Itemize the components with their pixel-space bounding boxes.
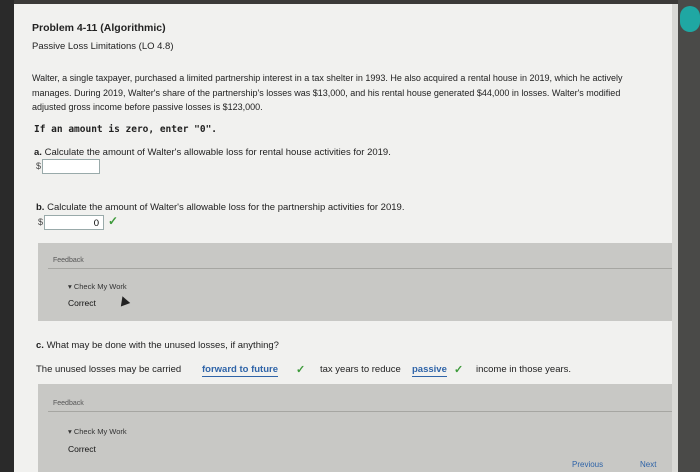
question-b: b. Calculate the amount of Walter's allo… bbox=[36, 202, 404, 213]
carry-direction-select[interactable]: forward to future bbox=[202, 364, 278, 377]
feedback-header: Feedback bbox=[53, 257, 84, 264]
check-my-work-toggle[interactable]: ▾ Check My Work bbox=[68, 427, 127, 436]
question-b-letter: b. bbox=[36, 202, 45, 213]
question-a-text: Calculate the amount of Walter's allowab… bbox=[44, 147, 391, 158]
question-c-text: What may be done with the unused losses,… bbox=[46, 340, 279, 351]
question-c: c. What may be done with the unused loss… bbox=[36, 340, 279, 351]
question-b-text: Calculate the amount of Walter's allowab… bbox=[47, 202, 405, 213]
question-a: a. Calculate the amount of Walter's allo… bbox=[34, 147, 391, 158]
left-bezel bbox=[0, 0, 14, 472]
problem-text: Walter, a single taxpayer, purchased a l… bbox=[32, 73, 623, 112]
dollar-sign-a: $ bbox=[36, 161, 42, 171]
feedback-status: Correct bbox=[68, 298, 96, 308]
right-bezel bbox=[678, 0, 700, 472]
sentence-part-2: tax years to reduce bbox=[320, 364, 401, 375]
check-my-work-toggle[interactable]: ▾ Check My Work bbox=[68, 282, 127, 291]
feedback-divider bbox=[48, 268, 678, 269]
question-a-letter: a. bbox=[34, 147, 42, 158]
previous-button[interactable]: Previous bbox=[572, 460, 603, 469]
feedback-divider bbox=[48, 411, 678, 412]
correct-check-icon: ✓ bbox=[108, 214, 119, 228]
next-button[interactable]: Next bbox=[640, 460, 656, 469]
correct-check-icon: ✓ bbox=[296, 364, 306, 376]
answer-b-input[interactable]: 0 bbox=[44, 215, 104, 230]
feedback-status: Correct bbox=[68, 444, 96, 454]
correct-check-icon: ✓ bbox=[454, 364, 464, 376]
assignment-page: Problem 4-11 (Algorithmic) Passive Loss … bbox=[14, 4, 678, 472]
dollar-sign-b: $ bbox=[38, 217, 44, 227]
income-type-select[interactable]: passive bbox=[412, 364, 447, 377]
sentence-part-3: income in those years. bbox=[476, 364, 572, 375]
feedback-header: Feedback bbox=[53, 400, 84, 407]
scroll-thumb-icon[interactable] bbox=[680, 6, 700, 32]
sentence-part-1: The unused losses may be carried bbox=[36, 364, 182, 375]
question-c-letter: c. bbox=[36, 340, 44, 351]
problem-subtitle: Passive Loss Limitations (LO 4.8) bbox=[32, 41, 174, 52]
problem-title: Problem 4-11 (Algorithmic) bbox=[32, 22, 166, 34]
feedback-panel-1: Feedback ▾ Check My Work Correct bbox=[38, 243, 678, 321]
answer-a-input[interactable] bbox=[42, 159, 100, 174]
feedback-panel-2: Feedback ▾ Check My Work Correct bbox=[38, 384, 678, 472]
zero-note: If an amount is zero, enter "0". bbox=[34, 124, 218, 135]
answer-c-sentence: The unused losses may be carried forward… bbox=[36, 364, 676, 380]
